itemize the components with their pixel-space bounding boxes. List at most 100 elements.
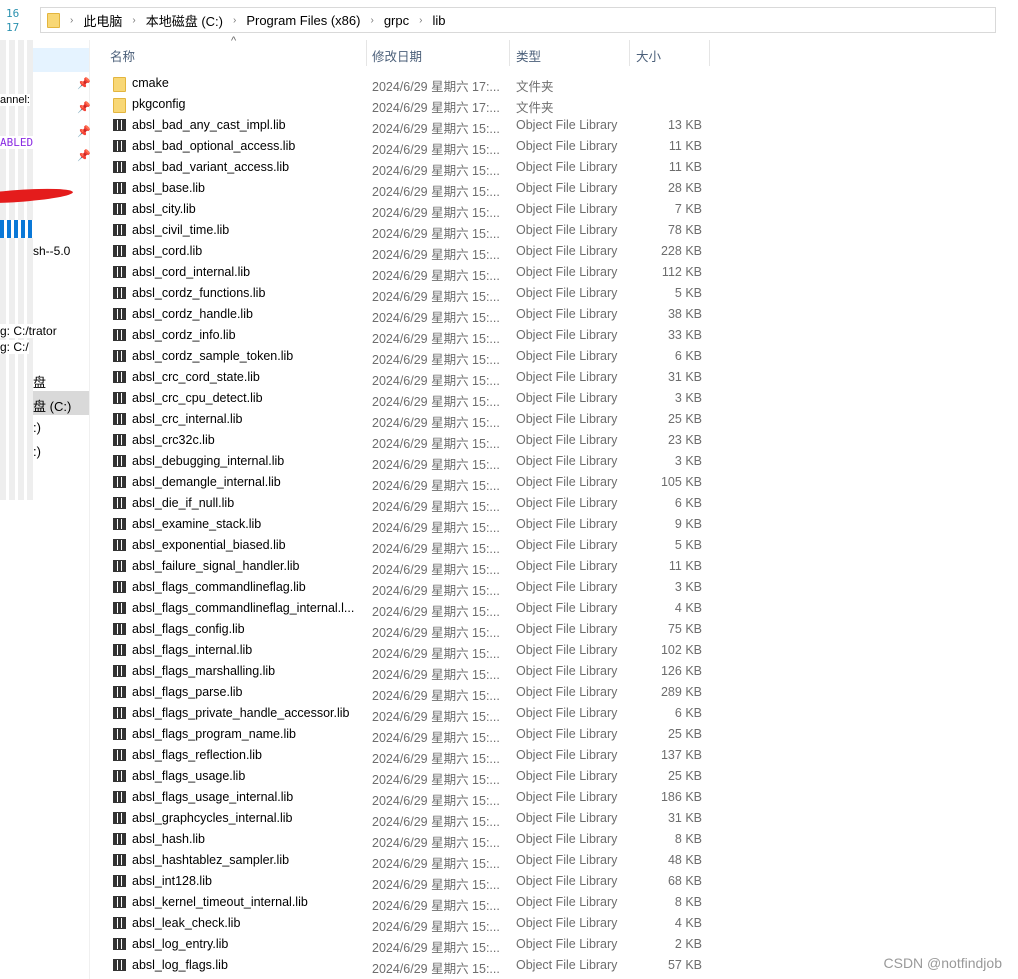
nav-item[interactable]: :) [33, 444, 41, 459]
file-size: 228 KB [660, 244, 702, 258]
file-name: absl_base.lib [132, 181, 205, 195]
file-name: absl_kernel_timeout_internal.lib [132, 895, 308, 909]
column-divider[interactable] [629, 40, 630, 66]
file-row[interactable]: absl_log_flags.lib 2024/6/29 星期六 15:... Ob… [110, 955, 710, 976]
pin-icon[interactable]: 📌 [77, 77, 91, 90]
nav-item[interactable]: 盘 [33, 372, 46, 391]
file-date: 2024/6/29 星期六 15:... [372, 563, 500, 577]
file-name: absl_bad_variant_access.lib [132, 160, 290, 174]
file-row[interactable]: absl_graphcycles_internal.lib 2024/6/29 星… [110, 808, 710, 829]
file-row[interactable]: absl_cord.lib 2024/6/29 星期六 15:... Object … [110, 241, 710, 262]
column-divider[interactable] [709, 40, 710, 66]
file-date: 2024/6/29 星期六 15:... [372, 668, 500, 682]
nav-item[interactable]: :) [33, 420, 41, 435]
file-row[interactable]: absl_exponential_biased.lib 2024/6/29 星期六… [110, 535, 710, 556]
file-row[interactable]: absl_leak_check.lib 2024/6/29 星期六 15:... O… [110, 913, 710, 934]
file-row[interactable]: absl_flags_usage.lib 2024/6/29 星期六 15:...… [110, 766, 710, 787]
library-file-icon [113, 896, 126, 911]
address-bar[interactable]: › 此电脑 › 本地磁盘 (C:) › Program Files (x86) … [40, 7, 996, 33]
file-row[interactable]: absl_die_if_null.lib 2024/6/29 星期六 15:...… [110, 493, 710, 514]
file-type: Object File Library [516, 811, 618, 825]
file-row[interactable]: absl_demangle_internal.lib 2024/6/29 星期六 … [110, 472, 710, 493]
file-date: 2024/6/29 星期六 15:... [372, 710, 500, 724]
file-row[interactable]: absl_flags_internal.lib 2024/6/29 星期六 15:… [110, 640, 710, 661]
file-row[interactable]: pkgconfig 2024/6/29 星期六 17:... 文件夹 [110, 94, 710, 115]
column-header-type[interactable]: 类型 [516, 46, 541, 66]
file-row[interactable]: absl_city.lib 2024/6/29 星期六 15:... Object … [110, 199, 710, 220]
file-row[interactable]: absl_bad_any_cast_impl.lib 2024/6/29 星期六 … [110, 115, 710, 136]
file-row[interactable]: absl_hash.lib 2024/6/29 星期六 15:... Object … [110, 829, 710, 850]
file-row[interactable]: absl_flags_program_name.lib 2024/6/29 星期六… [110, 724, 710, 745]
file-size: 4 KB [674, 916, 702, 930]
file-date: 2024/6/29 星期六 15:... [372, 437, 500, 451]
column-divider[interactable] [509, 40, 510, 66]
file-row[interactable]: absl_flags_marshalling.lib 2024/6/29 星期六 … [110, 661, 710, 682]
file-row[interactable]: absl_failure_signal_handler.lib 2024/6/29… [110, 556, 710, 577]
file-row[interactable]: absl_kernel_timeout_internal.lib 2024/6/2… [110, 892, 710, 913]
file-row[interactable]: absl_crc_internal.lib 2024/6/29 星期六 15:..… [110, 409, 710, 430]
file-row[interactable]: absl_flags_private_handle_accessor.lib 20… [110, 703, 710, 724]
breadcrumb-grpc[interactable]: grpc [384, 13, 409, 28]
library-file-icon [113, 182, 126, 197]
file-date: 2024/6/29 星期六 15:... [372, 626, 500, 640]
file-name: absl_flags_reflection.lib [132, 748, 262, 762]
file-type: Object File Library [516, 790, 618, 804]
pin-icon[interactable]: 📌 [77, 101, 91, 114]
file-row[interactable]: absl_cordz_functions.lib 2024/6/29 星期六 15… [110, 283, 710, 304]
file-size: 4 KB [674, 601, 702, 615]
file-row[interactable]: absl_cordz_sample_token.lib 2024/6/29 星期六… [110, 346, 710, 367]
chevron-right-icon: › [132, 14, 136, 26]
column-divider[interactable] [366, 40, 367, 66]
file-row[interactable]: cmake 2024/6/29 星期六 17:... 文件夹 [110, 73, 710, 94]
file-row[interactable]: absl_flags_commandlineflag_internal.l...… [110, 598, 710, 619]
library-file-icon [113, 644, 126, 659]
breadcrumb-program-files[interactable]: Program Files (x86) [246, 13, 360, 28]
file-row[interactable]: absl_debugging_internal.lib 2024/6/29 星期六… [110, 451, 710, 472]
file-type: Object File Library [516, 853, 618, 867]
pin-icon[interactable]: 📌 [77, 125, 91, 138]
library-file-icon [113, 329, 126, 344]
file-row[interactable]: absl_flags_config.lib 2024/6/29 星期六 15:..… [110, 619, 710, 640]
pin-icon[interactable]: 📌 [77, 149, 91, 162]
file-size: 28 KB [667, 181, 702, 195]
file-name: absl_cordz_sample_token.lib [132, 349, 294, 363]
file-date: 2024/6/29 星期六 15:... [372, 269, 500, 283]
library-file-icon [113, 539, 126, 554]
column-header-size[interactable]: 大小 [636, 46, 661, 66]
file-type: Object File Library [516, 412, 618, 426]
file-row[interactable]: absl_int128.lib 2024/6/29 星期六 15:... Objec… [110, 871, 710, 892]
file-row[interactable]: absl_examine_stack.lib 2024/6/29 星期六 15:.… [110, 514, 710, 535]
file-row[interactable]: absl_cordz_info.lib 2024/6/29 星期六 15:... O… [110, 325, 710, 346]
breadcrumb-lib[interactable]: lib [432, 13, 445, 28]
file-row[interactable]: absl_flags_commandlineflag.lib 2024/6/29 … [110, 577, 710, 598]
file-date: 2024/6/29 星期六 15:... [372, 752, 500, 766]
file-row[interactable]: absl_flags_usage_internal.lib 2024/6/29 星… [110, 787, 710, 808]
file-row[interactable]: absl_bad_optional_access.lib 2024/6/29 星期… [110, 136, 710, 157]
file-row[interactable]: absl_cordz_handle.lib 2024/6/29 星期六 15:..… [110, 304, 710, 325]
file-row[interactable]: absl_crc32c.lib 2024/6/29 星期六 15:... Objec… [110, 430, 710, 451]
nav-item-selected[interactable] [33, 48, 89, 72]
file-row[interactable]: absl_base.lib 2024/6/29 星期六 15:... Object … [110, 178, 710, 199]
breadcrumb-c-drive[interactable]: 本地磁盘 (C:) [146, 11, 223, 30]
file-row[interactable]: absl_hashtablez_sampler.lib 2024/6/29 星期六… [110, 850, 710, 871]
file-date: 2024/6/29 星期六 15:... [372, 206, 500, 220]
column-header-date[interactable]: 修改日期 [372, 46, 422, 66]
file-date: 2024/6/29 星期六 15:... [372, 227, 500, 241]
file-row[interactable]: absl_cord_internal.lib 2024/6/29 星期六 15:.… [110, 262, 710, 283]
file-row[interactable]: absl_flags_parse.lib 2024/6/29 星期六 15:...… [110, 682, 710, 703]
folder-icon [113, 98, 126, 116]
file-row[interactable]: absl_crc_cord_state.lib 2024/6/29 星期六 15:… [110, 367, 710, 388]
file-row[interactable]: absl_bad_variant_access.lib 2024/6/29 星期六… [110, 157, 710, 178]
file-row[interactable]: absl_crc_cpu_detect.lib 2024/6/29 星期六 15:… [110, 388, 710, 409]
file-row[interactable]: absl_flags_reflection.lib 2024/6/29 星期六 1… [110, 745, 710, 766]
file-size: 6 KB [674, 496, 702, 510]
file-name: absl_flags_internal.lib [132, 643, 253, 657]
file-row[interactable]: absl_log_entry.lib 2024/6/29 星期六 15:... Ob… [110, 934, 710, 955]
breadcrumb-this-pc[interactable]: 此电脑 [83, 11, 122, 30]
file-size: 68 KB [667, 874, 702, 888]
column-header-name[interactable]: 名称 [110, 46, 135, 66]
nav-item-c-drive[interactable]: 盘 (C:) [33, 391, 89, 415]
library-file-icon [113, 518, 126, 533]
library-file-icon [113, 707, 126, 722]
file-row[interactable]: absl_civil_time.lib 2024/6/29 星期六 15:... O… [110, 220, 710, 241]
